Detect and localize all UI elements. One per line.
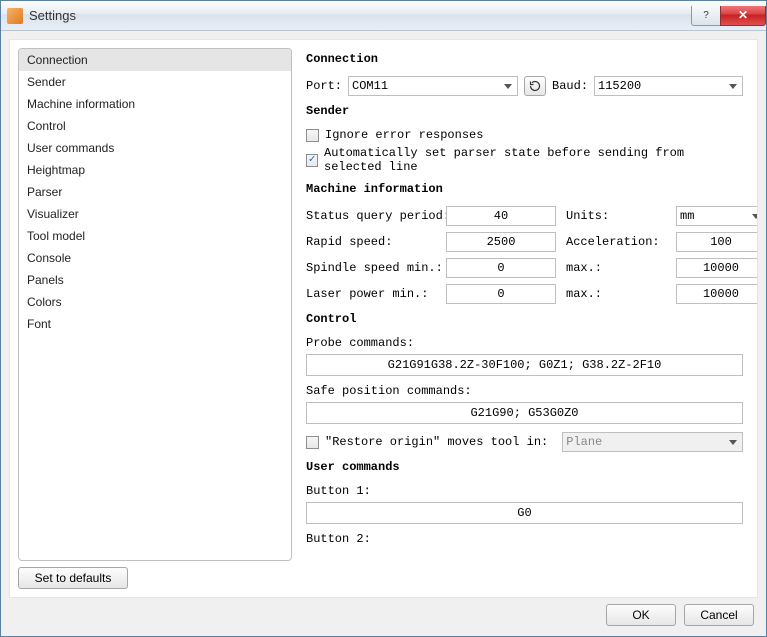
sidebar-item-colors[interactable]: Colors — [19, 291, 291, 313]
sidebar-item-control[interactable]: Control — [19, 115, 291, 137]
spindle-min-input[interactable] — [446, 258, 556, 278]
sidebar-item-machine-information[interactable]: Machine information — [19, 93, 291, 115]
safe-position-input[interactable] — [306, 402, 743, 424]
category-list[interactable]: ConnectionSenderMachine informationContr… — [18, 48, 292, 561]
sidebar: ConnectionSenderMachine informationContr… — [10, 40, 300, 597]
cancel-button[interactable]: Cancel — [684, 604, 754, 626]
sidebar-item-tool-model[interactable]: Tool model — [19, 225, 291, 247]
set-defaults-button[interactable]: Set to defaults — [18, 567, 128, 589]
restore-origin-checkbox[interactable]: "Restore origin" moves tool in: — [306, 435, 548, 449]
laser-max-input[interactable] — [676, 284, 757, 304]
restore-origin-label: "Restore origin" moves tool in: — [325, 435, 548, 449]
restore-origin-combo: Plane — [562, 432, 743, 452]
app-icon — [7, 8, 23, 24]
refresh-icon — [529, 80, 541, 92]
section-sender-title: Sender — [306, 104, 743, 118]
sidebar-item-connection[interactable]: Connection — [19, 49, 291, 71]
ok-button[interactable]: OK — [606, 604, 676, 626]
laser-min-label: Laser power min.: — [306, 287, 436, 301]
spindle-max-input[interactable] — [676, 258, 757, 278]
close-button[interactable]: ✕ — [720, 6, 766, 26]
window-title: Settings — [29, 8, 692, 23]
titlebar: Settings ? ✕ — [1, 1, 766, 31]
ignore-errors-checkbox[interactable]: Ignore error responses — [306, 128, 743, 142]
auto-parser-label: Automatically set parser state before se… — [324, 146, 743, 174]
rapid-speed-input[interactable] — [446, 232, 556, 252]
dialog-footer: OK Cancel — [9, 598, 758, 628]
acceleration-label: Acceleration: — [566, 235, 666, 249]
section-connection-title: Connection — [306, 52, 743, 66]
rapid-speed-label: Rapid speed: — [306, 235, 436, 249]
status-query-label: Status query period: — [306, 209, 436, 223]
help-button[interactable]: ? — [691, 6, 721, 26]
status-query-input[interactable] — [446, 206, 556, 226]
sidebar-item-font[interactable]: Font — [19, 313, 291, 335]
baud-label: Baud: — [552, 79, 588, 93]
sidebar-item-sender[interactable]: Sender — [19, 71, 291, 93]
port-label: Port: — [306, 79, 342, 93]
units-label: Units: — [566, 209, 666, 223]
auto-parser-checkbox[interactable]: Automatically set parser state before se… — [306, 146, 743, 174]
settings-window: Settings ? ✕ ConnectionSenderMachine inf… — [0, 0, 767, 637]
safe-position-label: Safe position commands: — [306, 384, 743, 398]
sidebar-item-parser[interactable]: Parser — [19, 181, 291, 203]
ignore-errors-label: Ignore error responses — [325, 128, 483, 142]
spindle-max-label: max.: — [566, 261, 666, 275]
sidebar-item-user-commands[interactable]: User commands — [19, 137, 291, 159]
laser-max-label: max.: — [566, 287, 666, 301]
content-area: ConnectionSenderMachine informationContr… — [1, 31, 766, 636]
sidebar-item-panels[interactable]: Panels — [19, 269, 291, 291]
spindle-min-label: Spindle speed min.: — [306, 261, 436, 275]
port-combo[interactable]: COM11 — [348, 76, 518, 96]
section-machine-info-title: Machine information — [306, 182, 743, 196]
sidebar-item-heightmap[interactable]: Heightmap — [19, 159, 291, 181]
baud-combo[interactable]: 115200 — [594, 76, 743, 96]
sidebar-item-visualizer[interactable]: Visualizer — [19, 203, 291, 225]
acceleration-input[interactable] — [676, 232, 757, 252]
button2-label: Button 2: — [306, 532, 743, 546]
sidebar-item-console[interactable]: Console — [19, 247, 291, 269]
main-panel: ConnectionSenderMachine informationContr… — [9, 39, 758, 598]
probe-commands-label: Probe commands: — [306, 336, 743, 350]
button1-input[interactable] — [306, 502, 743, 524]
settings-panel: Connection Port: COM11 Baud: 115200 Send… — [300, 40, 757, 597]
units-combo[interactable]: mm — [676, 206, 757, 226]
section-user-commands-title: User commands — [306, 460, 743, 474]
button1-label: Button 1: — [306, 484, 743, 498]
section-control-title: Control — [306, 312, 743, 326]
laser-min-input[interactable] — [446, 284, 556, 304]
refresh-ports-button[interactable] — [524, 76, 546, 96]
probe-commands-input[interactable] — [306, 354, 743, 376]
